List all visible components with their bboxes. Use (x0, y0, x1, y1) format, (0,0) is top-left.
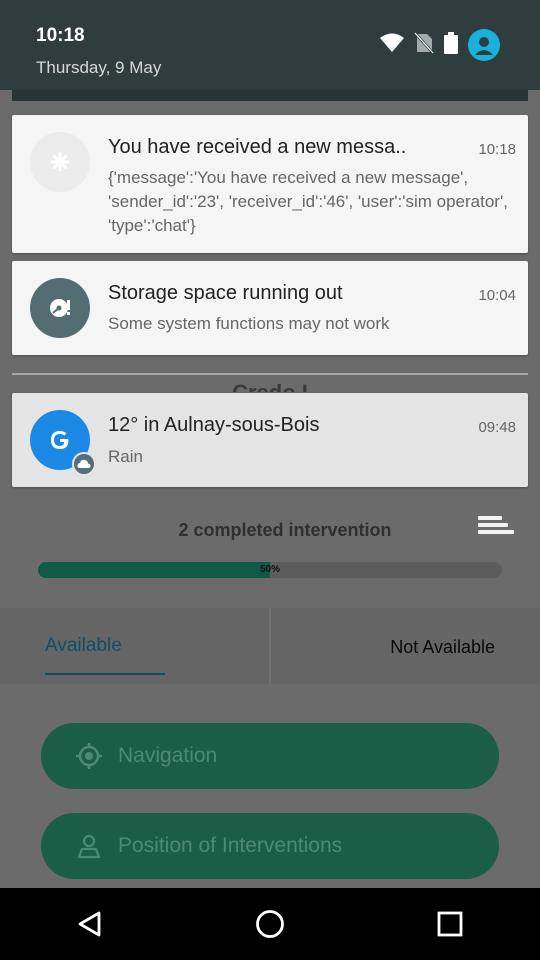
tab-available[interactable]: Available (0, 608, 269, 684)
cloud-icon (72, 452, 96, 476)
list-icon[interactable] (478, 516, 514, 542)
completed-count-text: 2 completed intervention (178, 520, 392, 540)
no-sim-icon[interactable] (414, 31, 434, 59)
progress-bar: 50% (38, 562, 502, 578)
account-icon[interactable] (468, 29, 500, 61)
recents-button[interactable] (420, 894, 480, 954)
app-heading-partial: Credo I (0, 378, 540, 392)
tab-available-label: Available (45, 635, 122, 656)
notification-time: 09:48 (478, 419, 516, 436)
position-interventions-button[interactable]: Position of Interventions (41, 813, 499, 879)
notification-body: Some system functions may not work (108, 314, 390, 333)
completed-summary: 2 completed intervention (0, 520, 540, 541)
navigation-button-label: Navigation (118, 744, 218, 767)
battery-icon[interactable] (444, 31, 458, 59)
back-button[interactable] (60, 894, 120, 954)
storage-icon (30, 278, 90, 338)
position-button-label: Position of Interventions (118, 834, 343, 857)
back-icon (78, 911, 101, 937)
notification-body: Rain (108, 447, 143, 466)
gps-icon (74, 741, 104, 771)
notification-weather[interactable]: 12° in Aulnay-sous-Bois 09:48 Rain (12, 393, 528, 487)
notification-time: 10:18 (478, 141, 516, 158)
app-icon (30, 132, 90, 192)
shade-edge (12, 90, 528, 101)
notification-message[interactable]: You have received a new messa.. 10:18 {'… (12, 115, 528, 253)
notification-shade-header: 10:18 Thursday, 9 May (0, 0, 540, 90)
navigation-button[interactable]: Navigation (41, 723, 499, 789)
notification-storage[interactable]: Storage space running out 10:04 Some sys… (12, 261, 528, 355)
date-label[interactable]: Thursday, 9 May (36, 58, 161, 78)
notification-title: Storage space running out (108, 282, 343, 304)
home-button[interactable] (240, 894, 300, 954)
tab-not-available-label: Not Available (390, 637, 495, 657)
notification-body: {'message':'You have received a new mess… (108, 168, 508, 235)
tab-indicator (45, 673, 165, 675)
recents-icon (437, 911, 463, 937)
person-pin-icon (74, 831, 104, 861)
notification-time: 10:04 (478, 287, 516, 304)
progress-label: 50% (259, 564, 280, 575)
status-icons (380, 29, 500, 61)
home-icon (256, 910, 284, 938)
clock: 10:18 (36, 25, 85, 46)
tab-not-available[interactable]: Not Available (271, 608, 540, 684)
system-nav-bar (0, 888, 540, 960)
availability-tabs: Available Not Available (0, 608, 540, 684)
notification-title: You have received a new messa.. (108, 136, 407, 158)
notification-title: 12° in Aulnay-sous-Bois (108, 414, 320, 436)
notification-divider (12, 373, 528, 375)
wifi-icon[interactable] (380, 33, 404, 58)
